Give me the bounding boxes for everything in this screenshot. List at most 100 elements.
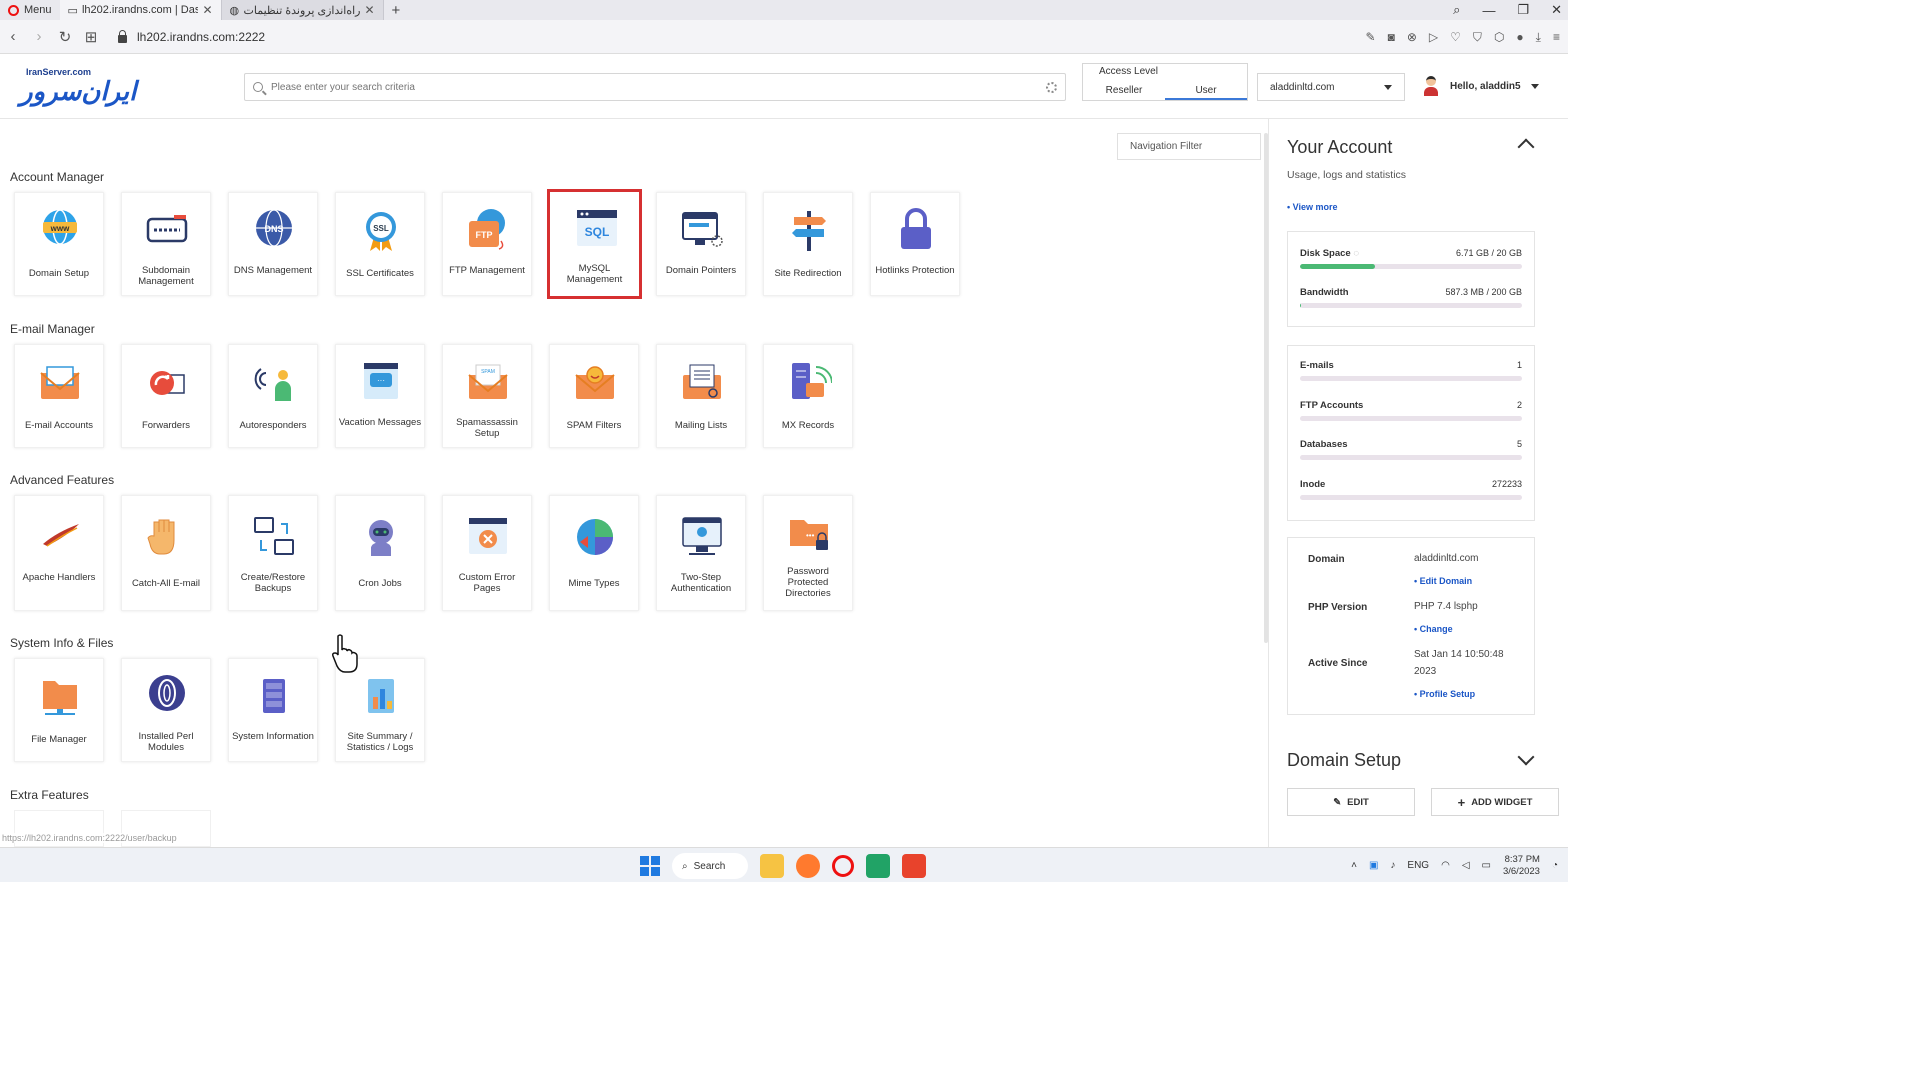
card-catch-all-email[interactable]: Catch-All E-mail — [121, 495, 211, 611]
card-site-redirection[interactable]: Site Redirection — [763, 192, 853, 296]
block-icon[interactable]: ⊗ — [1407, 30, 1417, 44]
avatar — [1422, 75, 1440, 97]
menu-icon[interactable]: ≡ — [1553, 30, 1560, 44]
ftp-folder-icon: FTP — [469, 209, 505, 250]
card-domain-pointers[interactable]: Domain Pointers — [656, 192, 746, 296]
url-field[interactable]: lh202.irandns.com:2222 — [118, 29, 265, 44]
file-explorer-icon[interactable] — [760, 854, 784, 878]
card-spam-filters[interactable]: SPAM Filters — [549, 344, 639, 448]
logo[interactable]: IranServer.com ایران‌سرور — [20, 67, 152, 107]
tray-chevron-up-icon[interactable]: ˄ — [1351, 860, 1357, 871]
card-email-accounts[interactable]: E-mail Accounts — [14, 344, 104, 448]
notification-bell-icon[interactable]: ◔ — [1552, 860, 1558, 871]
battery-icon[interactable]: ▭ — [1482, 860, 1491, 871]
backup-monitors-icon — [254, 517, 294, 555]
chevron-down-icon[interactable] — [1517, 748, 1535, 766]
windows-start-icon[interactable] — [640, 856, 660, 876]
card-hotlinks-protection[interactable]: Hotlinks Protection — [870, 192, 960, 296]
refresh-icon[interactable]: ◌ — [1353, 248, 1359, 259]
wifi-icon[interactable]: ◠ — [1441, 860, 1450, 871]
spam-envelope-icon: SPAM — [468, 364, 508, 399]
language-indicator[interactable]: ENG — [1407, 860, 1429, 871]
camtasia-icon[interactable] — [866, 854, 890, 878]
card-spamassassin-setup[interactable]: SPAM Spamassassin Setup — [442, 344, 532, 448]
chevron-up-icon[interactable] — [1517, 138, 1535, 156]
change-php-link[interactable]: • Change — [1414, 624, 1453, 634]
search-input[interactable] — [271, 81, 1038, 93]
error-page-icon — [469, 518, 507, 554]
view-more-link[interactable]: • View more — [1287, 202, 1338, 212]
browser-menu-button[interactable]: Menu — [0, 0, 60, 20]
card-ftp-management[interactable]: FTP FTP Management — [442, 192, 532, 296]
card-label: Catch-All E-mail — [131, 578, 201, 589]
card-mysql-management[interactable]: SQL MySQL Management — [547, 189, 642, 299]
access-option-user[interactable]: User — [1165, 82, 1247, 100]
card-custom-error-pages[interactable]: Custom Error Pages — [442, 495, 532, 611]
card-label: Domain Setup — [28, 268, 90, 279]
cube-icon[interactable]: ⬡ — [1494, 30, 1504, 44]
gear-icon[interactable] — [1046, 81, 1057, 93]
card-create-restore-backups[interactable]: Create/Restore Backups — [228, 495, 318, 611]
user-menu[interactable]: Hello, aladdin5 — [1422, 75, 1539, 97]
card-label: Hotlinks Protection — [875, 265, 955, 276]
card-cron-jobs[interactable]: Cron Jobs — [335, 495, 425, 611]
card-two-step-authentication[interactable]: Two-Step Authentication — [656, 495, 746, 611]
card-mx-records[interactable]: MX Records — [763, 344, 853, 448]
microphone-icon[interactable]: ♪ — [1390, 860, 1395, 871]
forward-icon[interactable]: › — [26, 28, 52, 45]
card-dns-management[interactable]: DNS DNS Management — [228, 192, 318, 296]
new-tab-button[interactable]: + — [384, 2, 409, 19]
reload-icon[interactable]: ↻ — [52, 28, 78, 46]
restore-icon[interactable]: ❐ — [1517, 2, 1529, 18]
recorder-icon[interactable] — [902, 854, 926, 878]
tab-close-icon[interactable]: ✕ — [202, 3, 212, 17]
card-mailing-lists[interactable]: Mailing Lists — [656, 344, 746, 448]
card-vacation-messages[interactable]: ··· Vacation Messages — [335, 344, 425, 448]
browser-search-icon[interactable]: ⌕ — [1453, 2, 1460, 18]
tabs-grid-icon[interactable]: ⊞ — [78, 28, 104, 46]
svg-text:···: ··· — [377, 376, 385, 385]
profile-setup-link[interactable]: • Profile Setup — [1414, 689, 1475, 699]
download-icon[interactable]: ⤓ — [1536, 30, 1541, 45]
php-version-label: PHP Version — [1308, 602, 1368, 613]
navigation-filter-input[interactable]: Navigation Filter — [1117, 133, 1261, 160]
card-system-information[interactable]: System Information — [228, 658, 318, 762]
card-subdomain-management[interactable]: Subdomain Management — [121, 192, 211, 296]
profile-icon[interactable]: ● — [1516, 30, 1523, 44]
shield-icon[interactable]: ⛉ — [1473, 30, 1482, 45]
volume-icon[interactable]: ◁ — [1462, 860, 1470, 871]
card-mime-types[interactable]: Mime Types — [549, 495, 639, 611]
card-password-protected-directories[interactable]: ••• Password Protected Directories — [763, 495, 853, 611]
taskbar-search-button[interactable]: ⌕ Search — [672, 853, 748, 879]
monitor-icon[interactable]: ▣ — [1369, 860, 1378, 871]
card-ssl-certificates[interactable]: SSL SSL Certificates — [335, 192, 425, 296]
minimize-icon[interactable]: — — [1482, 3, 1495, 18]
card-domain-setup[interactable]: www Domain Setup — [14, 192, 104, 296]
firefox-icon[interactable] — [796, 854, 820, 878]
close-window-icon[interactable]: ✕ — [1551, 2, 1562, 18]
tab-close-icon[interactable]: ✕ — [364, 3, 374, 17]
card-forwarders[interactable]: Forwarders — [121, 344, 211, 448]
edit-widgets-button[interactable]: ✎ EDIT — [1287, 788, 1415, 816]
card-apache-handlers[interactable]: Apache Handlers — [14, 495, 104, 611]
browser-tab-settings[interactable]: ◍ راه‌اندازی پروندهٔ تنظیمات - ...ن ✕ — [221, 0, 384, 20]
heart-icon[interactable]: ♡ — [1450, 30, 1461, 44]
card-installed-perl-modules[interactable]: Installed Perl Modules — [121, 658, 211, 762]
camera-icon[interactable]: ◙ — [1388, 30, 1395, 44]
add-widget-button[interactable]: + ADD WIDGET — [1431, 788, 1559, 816]
inode-stat: Inode 272233 — [1300, 479, 1522, 500]
send-icon[interactable]: ▷ — [1429, 30, 1438, 44]
card-file-manager[interactable]: File Manager — [14, 658, 104, 762]
access-option-reseller[interactable]: Reseller — [1083, 82, 1165, 100]
edit-domain-link[interactable]: • Edit Domain — [1414, 576, 1472, 586]
back-icon[interactable]: ‹ — [0, 28, 26, 45]
envelope-icon — [40, 366, 80, 399]
card-autoresponders[interactable]: Autoresponders — [228, 344, 318, 448]
browser-tab-dashboard[interactable]: ▭ lh202.irandns.com | Dashb ✕ — [59, 0, 222, 20]
taskbar-clock[interactable]: 8:37 PM 3/6/2023 — [1503, 854, 1540, 878]
opera-icon[interactable] — [832, 855, 854, 877]
domain-select[interactable]: aladdinltd.com — [1257, 73, 1405, 101]
stat-value: 272233 — [1491, 479, 1522, 489]
card-label: Subdomain Management — [138, 265, 194, 287]
edit-icon[interactable]: ✎ — [1366, 30, 1376, 44]
